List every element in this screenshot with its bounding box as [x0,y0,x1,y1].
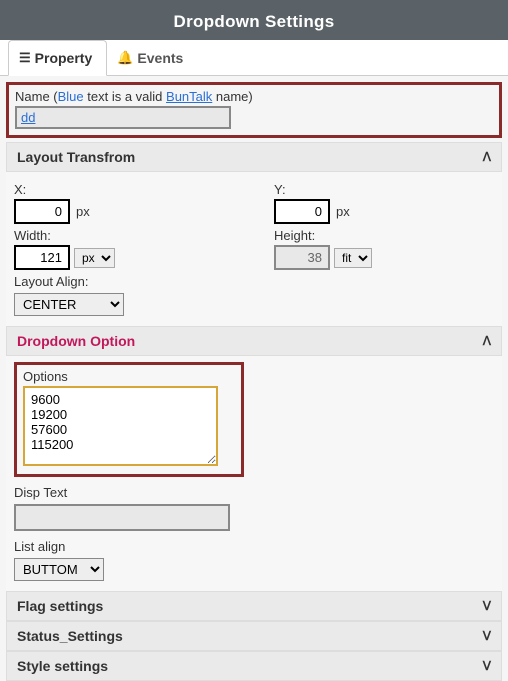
x-input[interactable] [14,199,70,224]
height-label: Height: [274,228,494,243]
chevron-up-icon: ᐱ [483,150,491,164]
window-title: Dropdown Settings [0,6,508,40]
section-layout-header[interactable]: Layout Transfrom ᐱ [6,142,502,172]
section-dropdown-header[interactable]: Dropdown Option ᐱ [6,326,502,356]
name-section: Name (Blue text is a valid BunTalk name) [6,82,502,138]
list-align-select[interactable]: BUTTOM [14,558,104,581]
y-label: Y: [274,182,494,197]
section-dropdown-body: Options Disp Text List align BUTTOM [6,356,502,591]
tab-events[interactable]: 🔔 Events [107,40,197,75]
name-input[interactable] [15,106,231,129]
y-input[interactable] [274,199,330,224]
width-input[interactable] [14,245,70,270]
buntalk-link[interactable]: BunTalk [166,89,212,104]
chevron-down-icon: ᐯ [483,599,491,613]
section-layout-body: X: px Width: px Layout Align: CENTER Y: … [6,172,502,326]
options-textarea[interactable] [23,386,218,466]
list-icon: ☰ [19,50,31,66]
name-label: Name (Blue text is a valid BunTalk name) [15,89,493,104]
chevron-down-icon: ᐯ [483,659,491,673]
section-status-header[interactable]: Status_Settings ᐯ [6,621,502,651]
tab-events-label: Events [137,50,183,66]
bell-icon: 🔔 [117,50,133,66]
options-highlight: Options [14,362,244,477]
chevron-down-icon: ᐯ [483,629,491,643]
tab-bar: ☰ Property 🔔 Events [0,40,508,76]
disp-text-input[interactable] [14,504,230,531]
options-label: Options [23,369,235,384]
x-unit: px [76,204,90,219]
tab-property-label: Property [35,50,93,66]
x-label: X: [14,182,234,197]
tab-property[interactable]: ☰ Property [8,40,107,76]
layout-align-select[interactable]: CENTER [14,293,124,316]
height-input[interactable] [274,245,330,270]
chevron-up-icon: ᐱ [483,334,491,348]
section-flag-header[interactable]: Flag settings ᐯ [6,591,502,621]
width-label: Width: [14,228,234,243]
layout-align-label: Layout Align: [14,274,234,289]
height-unit-select[interactable]: fit [334,248,372,268]
width-unit-select[interactable]: px [74,248,115,268]
y-unit: px [336,204,350,219]
disp-text-label: Disp Text [14,485,494,500]
list-align-label: List align [14,539,494,554]
section-style-header[interactable]: Style settings ᐯ [6,651,502,681]
